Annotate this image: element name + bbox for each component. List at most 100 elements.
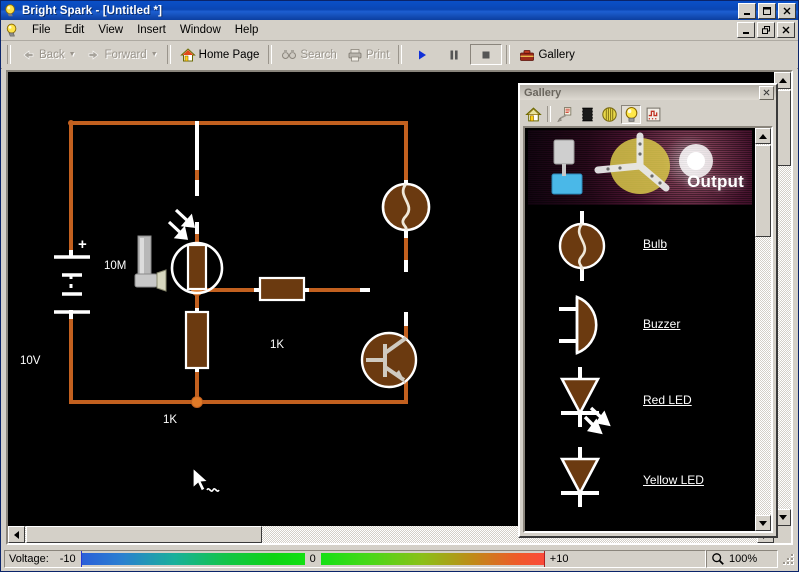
home-page-button[interactable]: Home Page: [175, 44, 265, 65]
gallery-item-red-led[interactable]: Red LED: [525, 365, 755, 445]
gallery-graph-icon[interactable]: [643, 105, 663, 124]
gallery-toolbar-separator: [547, 106, 551, 122]
toolbar-separator: [398, 45, 402, 64]
title-bar: Bright Spark - [Untitled *]: [1, 1, 798, 20]
gallery-item-buzzer[interactable]: Buzzer: [525, 285, 755, 365]
mdi-restore-button[interactable]: [757, 22, 775, 38]
gallery-button[interactable]: Gallery: [514, 44, 579, 65]
menu-item-file[interactable]: File: [25, 22, 58, 38]
menu-item-window[interactable]: Window: [173, 22, 228, 38]
print-button[interactable]: Print: [342, 44, 395, 65]
voltage-zero-label: 0: [305, 553, 321, 565]
gallery-link-buzzer[interactable]: Buzzer: [643, 317, 680, 331]
gallery-link-yellow-led[interactable]: Yellow LED: [643, 473, 704, 487]
toolbar-separator: [268, 45, 272, 64]
printer-icon: [347, 47, 363, 63]
led-symbol-icon: [547, 365, 637, 443]
search-icon: [281, 47, 297, 63]
document-bulb-icon: [5, 23, 20, 38]
menu-item-edit[interactable]: Edit: [58, 22, 92, 38]
resistor-horizontal-label: 1K: [270, 339, 284, 351]
toolbar-separator: [506, 45, 510, 64]
gallery-close-button[interactable]: [759, 86, 774, 100]
window-title: Bright Spark - [Untitled *]: [22, 5, 738, 17]
menu-bar: File Edit View Insert Window Help: [1, 20, 798, 41]
forward-label: Forward: [105, 49, 147, 61]
pause-icon: [446, 47, 462, 63]
menu-item-view[interactable]: View: [91, 22, 130, 38]
menu-item-help[interactable]: Help: [228, 22, 266, 38]
maximize-button[interactable]: [758, 3, 776, 19]
menu-item-insert[interactable]: Insert: [130, 22, 173, 38]
magnifier-icon: [711, 552, 725, 566]
gallery-title: Gallery: [524, 87, 759, 99]
mdi-minimize-button[interactable]: [737, 22, 755, 38]
gallery-input-icon[interactable]: [555, 105, 575, 124]
voltage-scale-panel: Voltage: -10 0 +10: [4, 550, 706, 568]
gallery-output-icon[interactable]: [621, 105, 641, 124]
home-icon: [180, 47, 196, 63]
stop-icon: [478, 47, 494, 63]
voltage-gradient-negative: [81, 553, 305, 565]
battery-voltage-label: 10V: [20, 355, 40, 367]
gallery-home-icon[interactable]: [523, 105, 543, 124]
gallery-vertical-scrollbar[interactable]: [755, 128, 771, 531]
gallery-banner: Output: [528, 130, 752, 205]
main-toolbar: Back ▼ Forward ▼ Home Page: [1, 41, 798, 69]
close-button[interactable]: [778, 3, 796, 19]
window-controls: [738, 3, 796, 19]
back-button[interactable]: Back ▼: [15, 44, 81, 65]
voltage-max-label: +10: [545, 553, 574, 565]
horizontal-scroll-thumb[interactable]: [26, 526, 262, 543]
gallery-toolbox-icon: [519, 47, 535, 63]
forward-dropdown-icon[interactable]: ▼: [151, 51, 158, 58]
gallery-item-yellow-led[interactable]: Yellow LED: [525, 445, 755, 525]
zoom-level-label: 100%: [729, 553, 757, 565]
scroll-left-button[interactable]: [8, 526, 25, 543]
play-button[interactable]: [406, 44, 438, 65]
voltage-gradient-positive: [321, 553, 545, 565]
play-icon: [414, 47, 430, 63]
voltage-label: Voltage:: [5, 553, 55, 565]
gallery-link-bulb[interactable]: Bulb: [643, 237, 667, 251]
zoom-panel[interactable]: 100%: [706, 550, 778, 568]
pause-button[interactable]: [438, 44, 470, 65]
voltage-min-label: -10: [55, 553, 81, 565]
voltage-max-tick: [544, 551, 545, 567]
gallery-panel: Gallery: [518, 83, 778, 538]
back-dropdown-icon[interactable]: ▼: [69, 51, 76, 58]
stop-button[interactable]: [470, 44, 502, 65]
gallery-item-list: Output Bulb: [525, 128, 755, 531]
voltage-min-tick: [81, 551, 82, 567]
resize-grip[interactable]: [781, 552, 795, 566]
search-button[interactable]: Search: [276, 44, 341, 65]
forward-arrow-icon: [86, 47, 102, 63]
search-label: Search: [300, 49, 336, 61]
toolbar-separator: [167, 45, 171, 64]
gallery-gate-icon[interactable]: [599, 105, 619, 124]
home-page-label: Home Page: [199, 49, 260, 61]
mdi-child-controls: [737, 22, 798, 38]
minimize-button[interactable]: [738, 3, 756, 19]
gallery-content: Output Bulb: [523, 126, 773, 533]
gallery-toolbar: [520, 100, 776, 128]
gallery-scroll-down-button[interactable]: [755, 515, 771, 531]
resistor-vertical-label: 1K: [163, 414, 177, 426]
application-window: Bright Spark - [Untitled *] File Edit Vi…: [0, 0, 799, 572]
gallery-link-red-led[interactable]: Red LED: [643, 393, 692, 407]
mdi-close-button[interactable]: [777, 22, 795, 38]
gallery-item-bulb[interactable]: Bulb: [525, 205, 755, 285]
battery-plus-label: +: [78, 236, 87, 253]
buzzer-symbol-icon: [547, 285, 617, 363]
gallery-scroll-thumb[interactable]: [755, 145, 771, 237]
gallery-chip-icon[interactable]: [577, 105, 597, 124]
bulb-symbol-icon: [547, 207, 617, 285]
mdi-client-area: 10V + 10M 1K 1K: [2, 68, 797, 547]
ldr-value-label: 10M: [104, 260, 126, 272]
gallery-label: Gallery: [538, 49, 574, 61]
gallery-scroll-up-button[interactable]: [755, 128, 771, 144]
gallery-title-bar[interactable]: Gallery: [520, 85, 776, 100]
forward-button[interactable]: Forward ▼: [81, 44, 163, 65]
toolbar-separator: [7, 45, 11, 64]
led-symbol-icon: [547, 445, 637, 523]
